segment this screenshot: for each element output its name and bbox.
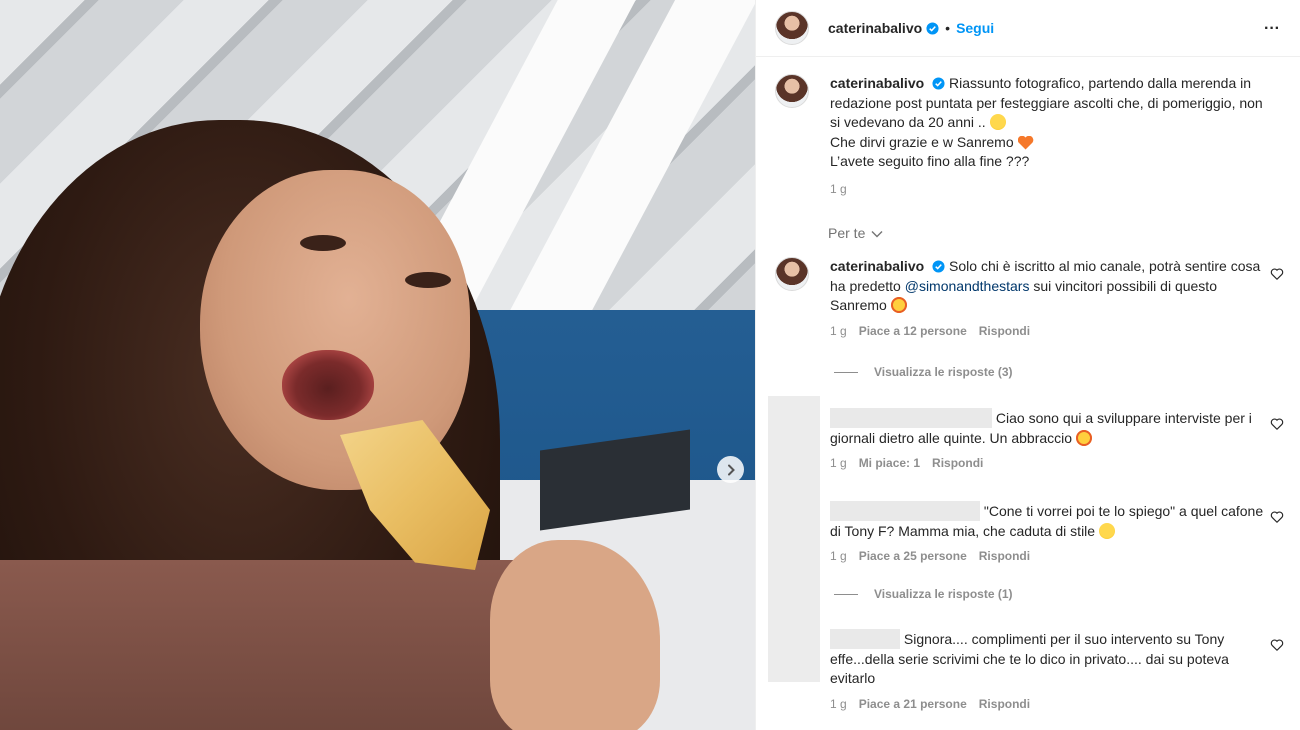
comment-likes[interactable]: Piace a 25 persone [859,549,967,563]
comment-timestamp[interactable]: 1 g [830,697,847,711]
comment-timestamp[interactable]: 1 g [830,549,847,563]
verified-badge-icon [932,77,945,90]
chevron-down-icon [871,231,883,238]
like-heart-icon[interactable] [1270,638,1284,652]
orange-heart-emoji-icon [1018,136,1034,150]
hand [490,540,660,730]
redacted-username [830,629,900,649]
comment-text: Ciao sono qui a sviluppare interviste pe… [830,408,1275,448]
view-replies-button[interactable]: Visualizza le risposte (1) [834,587,1013,601]
like-heart-icon[interactable] [1270,510,1284,524]
comment-meta: 1 g Piace a 12 persone Rispondi [830,324,1275,338]
next-image-button[interactable] [717,456,744,483]
avatar[interactable] [775,11,809,45]
comment-likes[interactable]: Piace a 21 persone [859,697,967,711]
reply-button[interactable]: Rispondi [979,324,1030,338]
comment: "Cone ti vorrei poi te lo spiego" a quel… [775,501,1284,563]
for-you-label: Per te [828,225,866,241]
caption-line-3: L’avete seguito fino alla fine ??? [830,153,1030,169]
comment-meta: 1 g Piace a 25 persone Rispondi [830,549,1275,563]
verified-badge-icon [926,21,939,35]
caption-text: caterinabalivo Riassunto fotografico, pa… [830,74,1275,172]
comment-likes[interactable]: Piace a 12 persone [859,324,967,338]
eye [300,235,346,251]
comment-text: Signora.... complimenti per il suo inter… [830,629,1275,689]
reply-button[interactable]: Rispondi [932,456,983,470]
avatar[interactable] [775,74,809,108]
redacted-username [830,501,980,521]
comment-timestamp[interactable]: 1 g [830,324,847,338]
more-options-icon[interactable]: ··· [1260,17,1284,41]
follow-button[interactable]: Segui [956,20,994,36]
divider-line [834,371,858,373]
comment: Ciao sono qui a sviluppare interviste pe… [775,408,1284,470]
like-heart-icon[interactable] [1270,267,1284,281]
view-replies-label: Visualizza le risposte (3) [874,365,1013,379]
reply-button[interactable]: Rispondi [979,549,1030,563]
mention-link[interactable]: @simonandthestars [905,278,1030,294]
comment-meta: 1 g Piace a 21 persone Rispondi [830,697,1275,711]
for-you-filter[interactable]: Per te [828,225,883,241]
post-header: caterinabalivo • Segui ··· [756,0,1300,57]
caption-meta: 1 g [830,182,1275,196]
divider-line [834,593,858,595]
like-heart-icon[interactable] [1270,417,1284,431]
sweat-smile-emoji-icon [1098,522,1115,539]
star-struck-emoji-icon [890,297,907,313]
comment: caterinabalivo Solo chi è iscritto al mi… [775,257,1284,338]
caption-username[interactable]: caterinabalivo [830,75,924,91]
post-sidebar: caterinabalivo • Segui ··· caterinabaliv… [755,0,1300,730]
chevron-right-icon [727,464,735,475]
view-replies-label: Visualizza le risposte (1) [874,587,1013,601]
comments-list: caterinabalivo Riassunto fotografico, pa… [756,58,1300,730]
comment-username[interactable]: caterinabalivo [830,258,924,274]
view-replies-button[interactable]: Visualizza le risposte (3) [834,365,1013,379]
comment-likes[interactable]: Mi piace: 1 [859,456,920,470]
comment: Signora.... complimenti per il suo inter… [775,629,1284,711]
verified-badge-icon [932,260,945,273]
separator-dot: • [945,20,951,36]
sweater [0,560,560,730]
comment-text: caterinabalivo Solo chi è iscritto al mi… [830,257,1275,316]
mouth [282,350,374,420]
eye [405,272,451,288]
caption-timestamp[interactable]: 1 g [830,182,847,196]
redacted-username [830,408,992,428]
reply-button[interactable]: Rispondi [979,697,1030,711]
caption: caterinabalivo Riassunto fotografico, pa… [775,74,1275,196]
caption-line-2: Che dirvi grazie e w Sanremo [830,133,1014,150]
comment-meta: 1 g Mi piace: 1 Rispondi [830,456,1275,470]
smiling-hearts-emoji-icon [1075,429,1092,446]
comment-text: "Cone ti vorrei poi te lo spiego" a quel… [830,501,1275,541]
header-username[interactable]: caterinabalivo [828,20,922,36]
avatar[interactable] [775,257,809,291]
comment-timestamp[interactable]: 1 g [830,456,847,470]
post-image[interactable] [0,0,755,730]
smile-emoji-icon [989,114,1006,130]
